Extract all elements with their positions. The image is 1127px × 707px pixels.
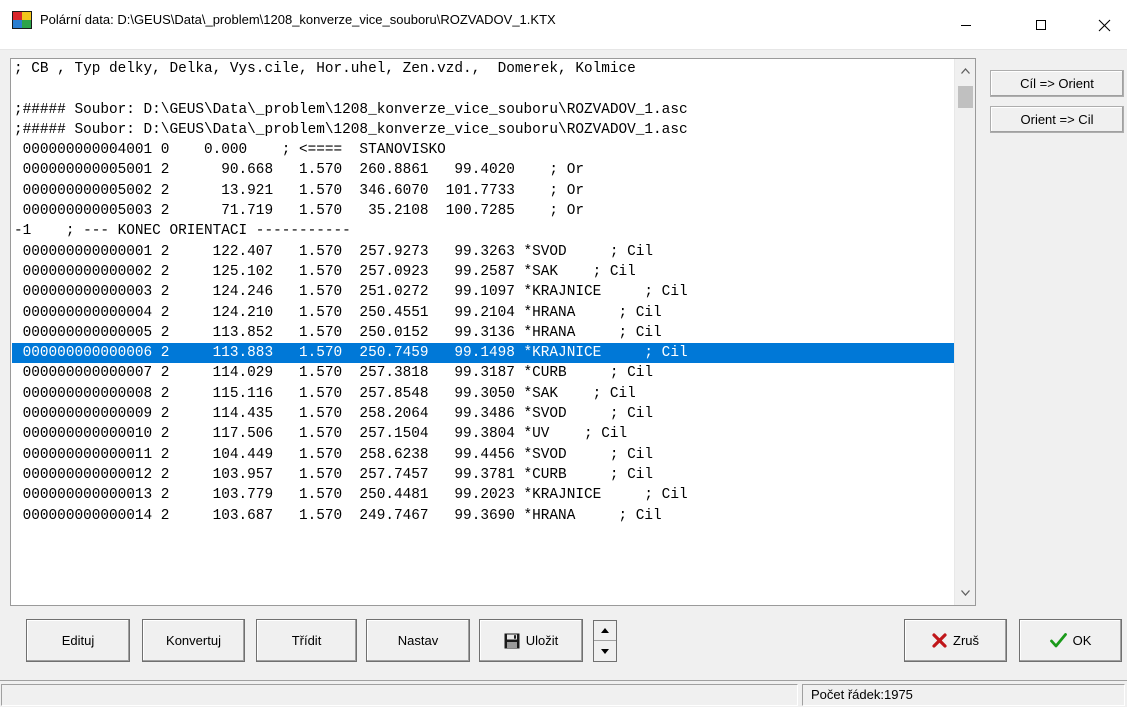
window-title: Polární data: D:\GEUS\Data\_problem\1208… [40, 12, 556, 27]
triangle-up-icon [601, 628, 609, 633]
edituj-label: Edituj [61, 633, 95, 648]
data-editor[interactable]: ; CB , Typ delky, Delka, Vys.cile, Hor.u… [10, 58, 976, 606]
editor-line[interactable]: 000000000004001 0 0.000 ; <==== STANOVIS… [12, 140, 954, 160]
editor-line[interactable]: 000000000005001 2 90.668 1.570 260.8861 … [12, 160, 954, 180]
ulozit-button[interactable]: Uložit [479, 619, 583, 662]
editor-line[interactable]: 000000000000008 2 115.116 1.570 257.8548… [12, 384, 954, 404]
triangle-down-icon [601, 648, 609, 654]
chevron-down-icon [961, 590, 970, 596]
editor-line[interactable]: 000000000000014 2 103.687 1.570 249.7467… [12, 506, 954, 526]
close-button[interactable] [1081, 0, 1127, 50]
line-spinner[interactable] [593, 620, 617, 662]
scroll-down-button[interactable] [955, 583, 975, 603]
tridit-label: Třídit [291, 633, 322, 648]
vertical-scrollbar[interactable] [954, 59, 975, 605]
green-check-icon [1049, 633, 1067, 648]
scroll-thumb[interactable] [958, 86, 973, 108]
minimize-button[interactable] [943, 0, 989, 50]
editor-line[interactable]: 000000000000005 2 113.852 1.570 250.0152… [12, 323, 954, 343]
close-icon [1098, 19, 1110, 31]
title-bar: Polární data: D:\GEUS\Data\_problem\1208… [0, 0, 1127, 50]
edituj-button[interactable]: Edituj [26, 619, 130, 662]
editor-line[interactable]: ;##### Soubor: D:\GEUS\Data\_problem\120… [12, 120, 954, 140]
editor-line[interactable]: 000000000000004 2 124.210 1.570 250.4551… [12, 303, 954, 323]
editor-line[interactable] [12, 79, 954, 99]
editor-line[interactable]: 000000000000010 2 117.506 1.570 257.1504… [12, 424, 954, 444]
editor-line[interactable]: 000000000000013 2 103.779 1.570 250.4481… [12, 485, 954, 505]
zrus-button[interactable]: Zruš [904, 619, 1007, 662]
red-x-icon [932, 633, 947, 648]
zrus-label: Zruš [953, 633, 979, 648]
editor-line[interactable]: 000000000005003 2 71.719 1.570 35.2108 1… [12, 201, 954, 221]
ulozit-label: Uložit [525, 633, 559, 648]
spin-up-button[interactable] [594, 621, 616, 641]
editor-line[interactable]: 000000000000001 2 122.407 1.570 257.9273… [12, 242, 954, 262]
editor-lines[interactable]: ; CB , Typ delky, Delka, Vys.cile, Hor.u… [12, 59, 954, 605]
editor-line[interactable]: ; CB , Typ delky, Delka, Vys.cile, Hor.u… [12, 59, 954, 79]
editor-line[interactable]: 000000000000003 2 124.246 1.570 251.0272… [12, 282, 954, 302]
maximize-button[interactable] [1018, 0, 1064, 50]
status-row-count: Počet řádek:1975 [802, 684, 1125, 706]
nastav-label: Nastav [397, 633, 439, 648]
ok-button[interactable]: OK [1019, 619, 1122, 662]
status-pane-main [1, 684, 798, 706]
spin-down-button[interactable] [594, 641, 616, 661]
konvertuj-button[interactable]: Konvertuj [142, 619, 245, 662]
konvertuj-label: Konvertuj [166, 633, 221, 648]
nastav-button[interactable]: Nastav [366, 619, 470, 662]
editor-line[interactable]: 000000000000009 2 114.435 1.570 258.2064… [12, 404, 954, 424]
editor-line[interactable]: -1 ; --- KONEC ORIENTACI ----------- [12, 221, 954, 241]
app-globe-icon [12, 11, 32, 29]
editor-line[interactable]: ;##### Soubor: D:\GEUS\Data\_problem\120… [12, 100, 954, 120]
editor-line[interactable]: 000000000005002 2 13.921 1.570 346.6070 … [12, 181, 954, 201]
editor-line[interactable]: 000000000000011 2 104.449 1.570 258.6238… [12, 445, 954, 465]
cil-orient-button[interactable]: Cíl => Orient [990, 70, 1124, 97]
editor-line[interactable]: 000000000000007 2 114.029 1.570 257.3818… [12, 363, 954, 383]
chevron-up-icon [961, 68, 970, 74]
status-bar: Počet řádek:1975 [0, 680, 1127, 707]
minimize-icon [961, 25, 971, 26]
editor-line[interactable]: 000000000000002 2 125.102 1.570 257.0923… [12, 262, 954, 282]
selected-line[interactable]: 000000000000006 2 113.883 1.570 250.7459… [12, 343, 954, 364]
editor-line[interactable]: 000000000000012 2 103.957 1.570 257.7457… [12, 465, 954, 485]
ok-label: OK [1072, 633, 1092, 648]
scroll-up-button[interactable] [955, 61, 975, 81]
tridit-button[interactable]: Třídit [256, 619, 357, 662]
maximize-icon [1036, 20, 1046, 30]
save-disk-icon [504, 633, 520, 648]
orient-cil-button[interactable]: Orient => Cil [990, 106, 1124, 133]
